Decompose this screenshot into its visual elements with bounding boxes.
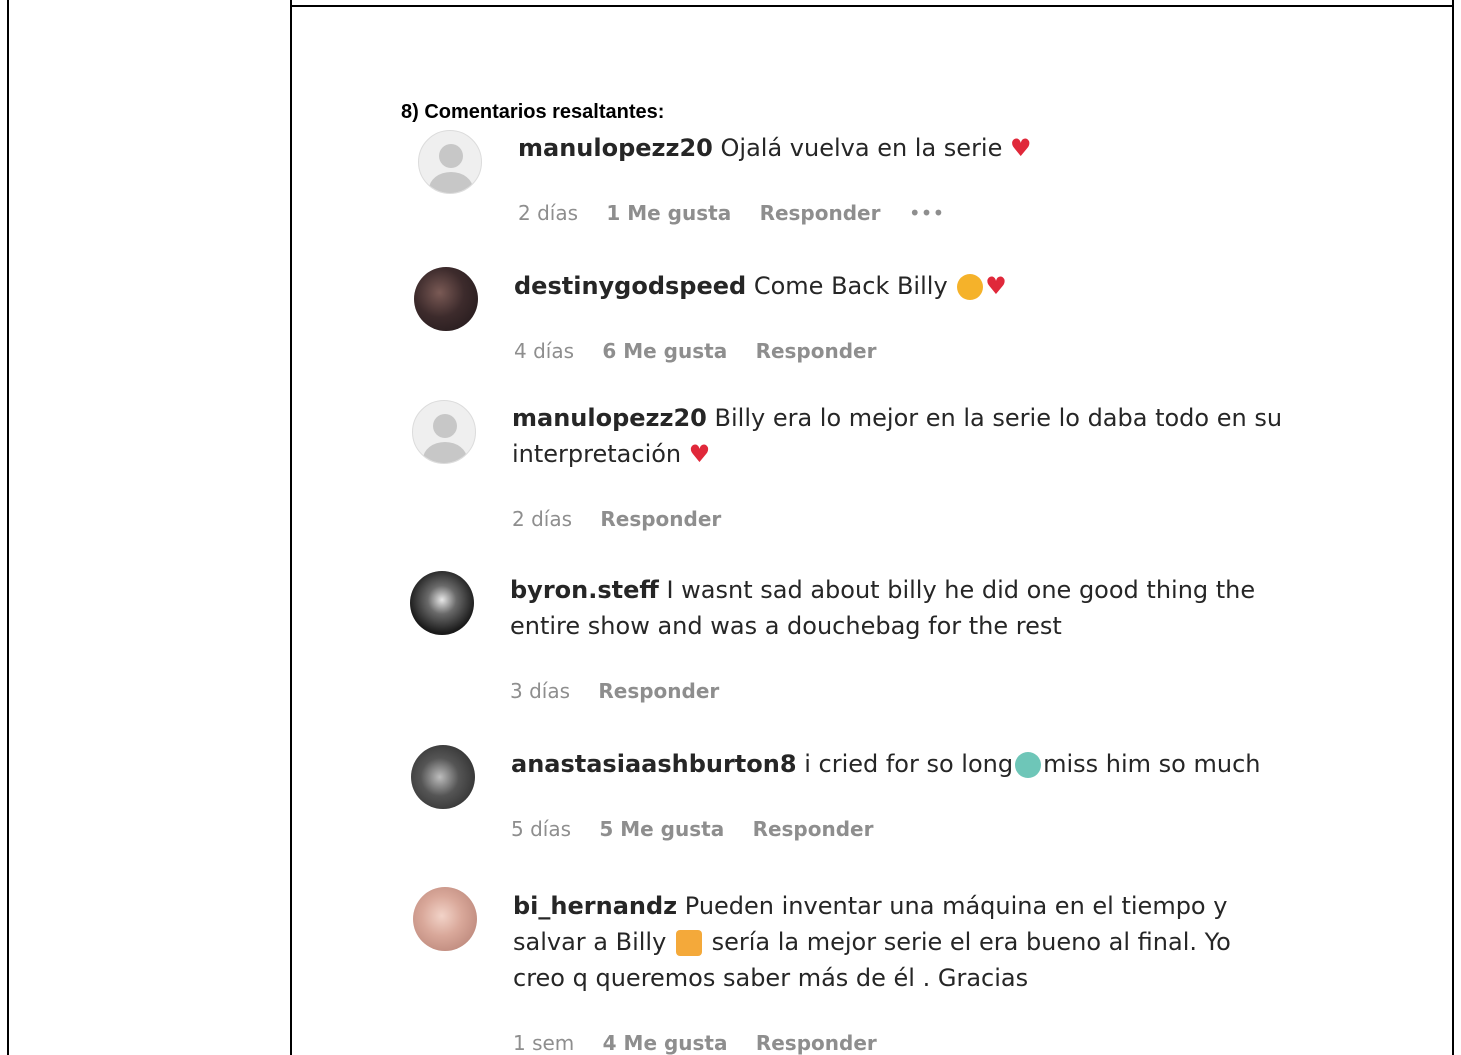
comment-body: miss him so much [1043, 750, 1261, 778]
comment-text: manulopezz20 Ojalá vuelva en la serie ♥ [518, 130, 1032, 166]
likes-count[interactable]: 5 Me gusta [599, 817, 724, 841]
avatar[interactable] [413, 887, 477, 951]
heart-icon: ♥ [688, 440, 711, 468]
comment-body: salvar a Billy [513, 928, 667, 956]
comment-text-line: entire show and was a douchebag for the … [510, 608, 1062, 644]
comment-username[interactable]: manulopezz20 [512, 404, 707, 432]
comment-body: creo q queremos saber más de él . Gracia… [513, 964, 1029, 992]
table-border-middle [290, 0, 292, 1055]
comment-text: bi_hernandz Pueden inventar una máquina … [513, 888, 1227, 924]
comment-username[interactable]: destinygodspeed [514, 272, 746, 300]
comment-text: manulopezz20 Billy era lo mejor en la se… [512, 400, 1282, 436]
reply-button[interactable]: Responder [756, 339, 877, 363]
sad-face-icon [957, 274, 984, 300]
comment-body: Ojalá vuelva en la serie [720, 134, 1003, 162]
comment-text: byron.steff I wasnt sad about billy he d… [510, 572, 1255, 608]
comment-text-line: creo q queremos saber más de él . Gracia… [513, 960, 1028, 996]
comment-body: Pueden inventar una máquina en el tiempo… [684, 892, 1228, 920]
comment-time: 2 días [512, 507, 573, 531]
comment-text-line: salvar a Billy sería la mejor serie el e… [513, 924, 1231, 960]
likes-count[interactable]: 4 Me gusta [603, 1031, 728, 1055]
table-border-left [7, 0, 9, 1055]
reply-button[interactable]: Responder [756, 1031, 877, 1055]
avatar[interactable] [411, 745, 475, 809]
heart-icon: ♥ [1010, 134, 1032, 162]
reply-button[interactable]: Responder [600, 507, 721, 531]
section-heading: 8) Comentarios resaltantes: [401, 101, 665, 123]
likes-count[interactable]: 6 Me gusta [602, 339, 727, 363]
comment-body: Come Back Billy [753, 272, 948, 300]
avatar[interactable] [412, 400, 476, 464]
comment-body: i cried for so long [804, 750, 1014, 778]
comment-time: 5 días [511, 817, 572, 841]
comment-time: 1 sem [513, 1031, 575, 1055]
comment-username[interactable]: byron.steff [510, 576, 659, 604]
comment-text: anastasiaashburton8 i cried for so long m… [511, 746, 1261, 782]
heart-icon: ♥ [985, 272, 1007, 300]
table-border-top [290, 5, 1454, 7]
reply-button[interactable]: Responder [598, 679, 719, 703]
table-border-right [1452, 0, 1454, 1055]
avatar[interactable] [410, 571, 474, 635]
more-options-icon[interactable]: ••• [909, 201, 944, 225]
comment-username[interactable]: bi_hernandz [513, 892, 677, 920]
likes-count[interactable]: 1 Me gusta [606, 201, 731, 225]
comment-username[interactable]: anastasiaashburton8 [511, 750, 797, 778]
comment-meta: 2 días Responder [512, 507, 743, 531]
comment-meta: 5 días 5 Me gusta Responder [511, 817, 895, 841]
reply-button[interactable]: Responder [760, 201, 881, 225]
comment-meta: 4 días 6 Me gusta Responder [514, 339, 898, 363]
comment-meta: 2 días 1 Me gusta Responder ••• [518, 201, 966, 225]
avatar[interactable] [414, 267, 478, 331]
comment-body: entire show and was a douchebag for the … [510, 612, 1062, 640]
avatar[interactable] [418, 130, 482, 194]
comment-body: I wasnt sad about billy he did one good … [666, 576, 1256, 604]
comment-body: Billy era lo mejor en la serie lo daba t… [714, 404, 1283, 432]
comment-meta: 3 días Responder [510, 679, 741, 703]
comment-time: 2 días [518, 201, 579, 225]
reply-button[interactable]: Responder [753, 817, 874, 841]
comment-time: 3 días [510, 679, 571, 703]
comment-body: interpretación [512, 440, 682, 468]
praying-hands-icon [675, 930, 702, 956]
comment-text-line: interpretación ♥ [512, 436, 710, 472]
comment-time: 4 días [514, 339, 575, 363]
comment-username[interactable]: manulopezz20 [518, 134, 713, 162]
comment-body: sería la mejor serie el era bueno al fin… [711, 928, 1231, 956]
comment-text: destinygodspeed Come Back Billy ♥ [514, 268, 1007, 304]
comment-meta: 1 sem 4 Me gusta Responder [513, 1031, 899, 1055]
crying-face-icon [1015, 752, 1042, 778]
